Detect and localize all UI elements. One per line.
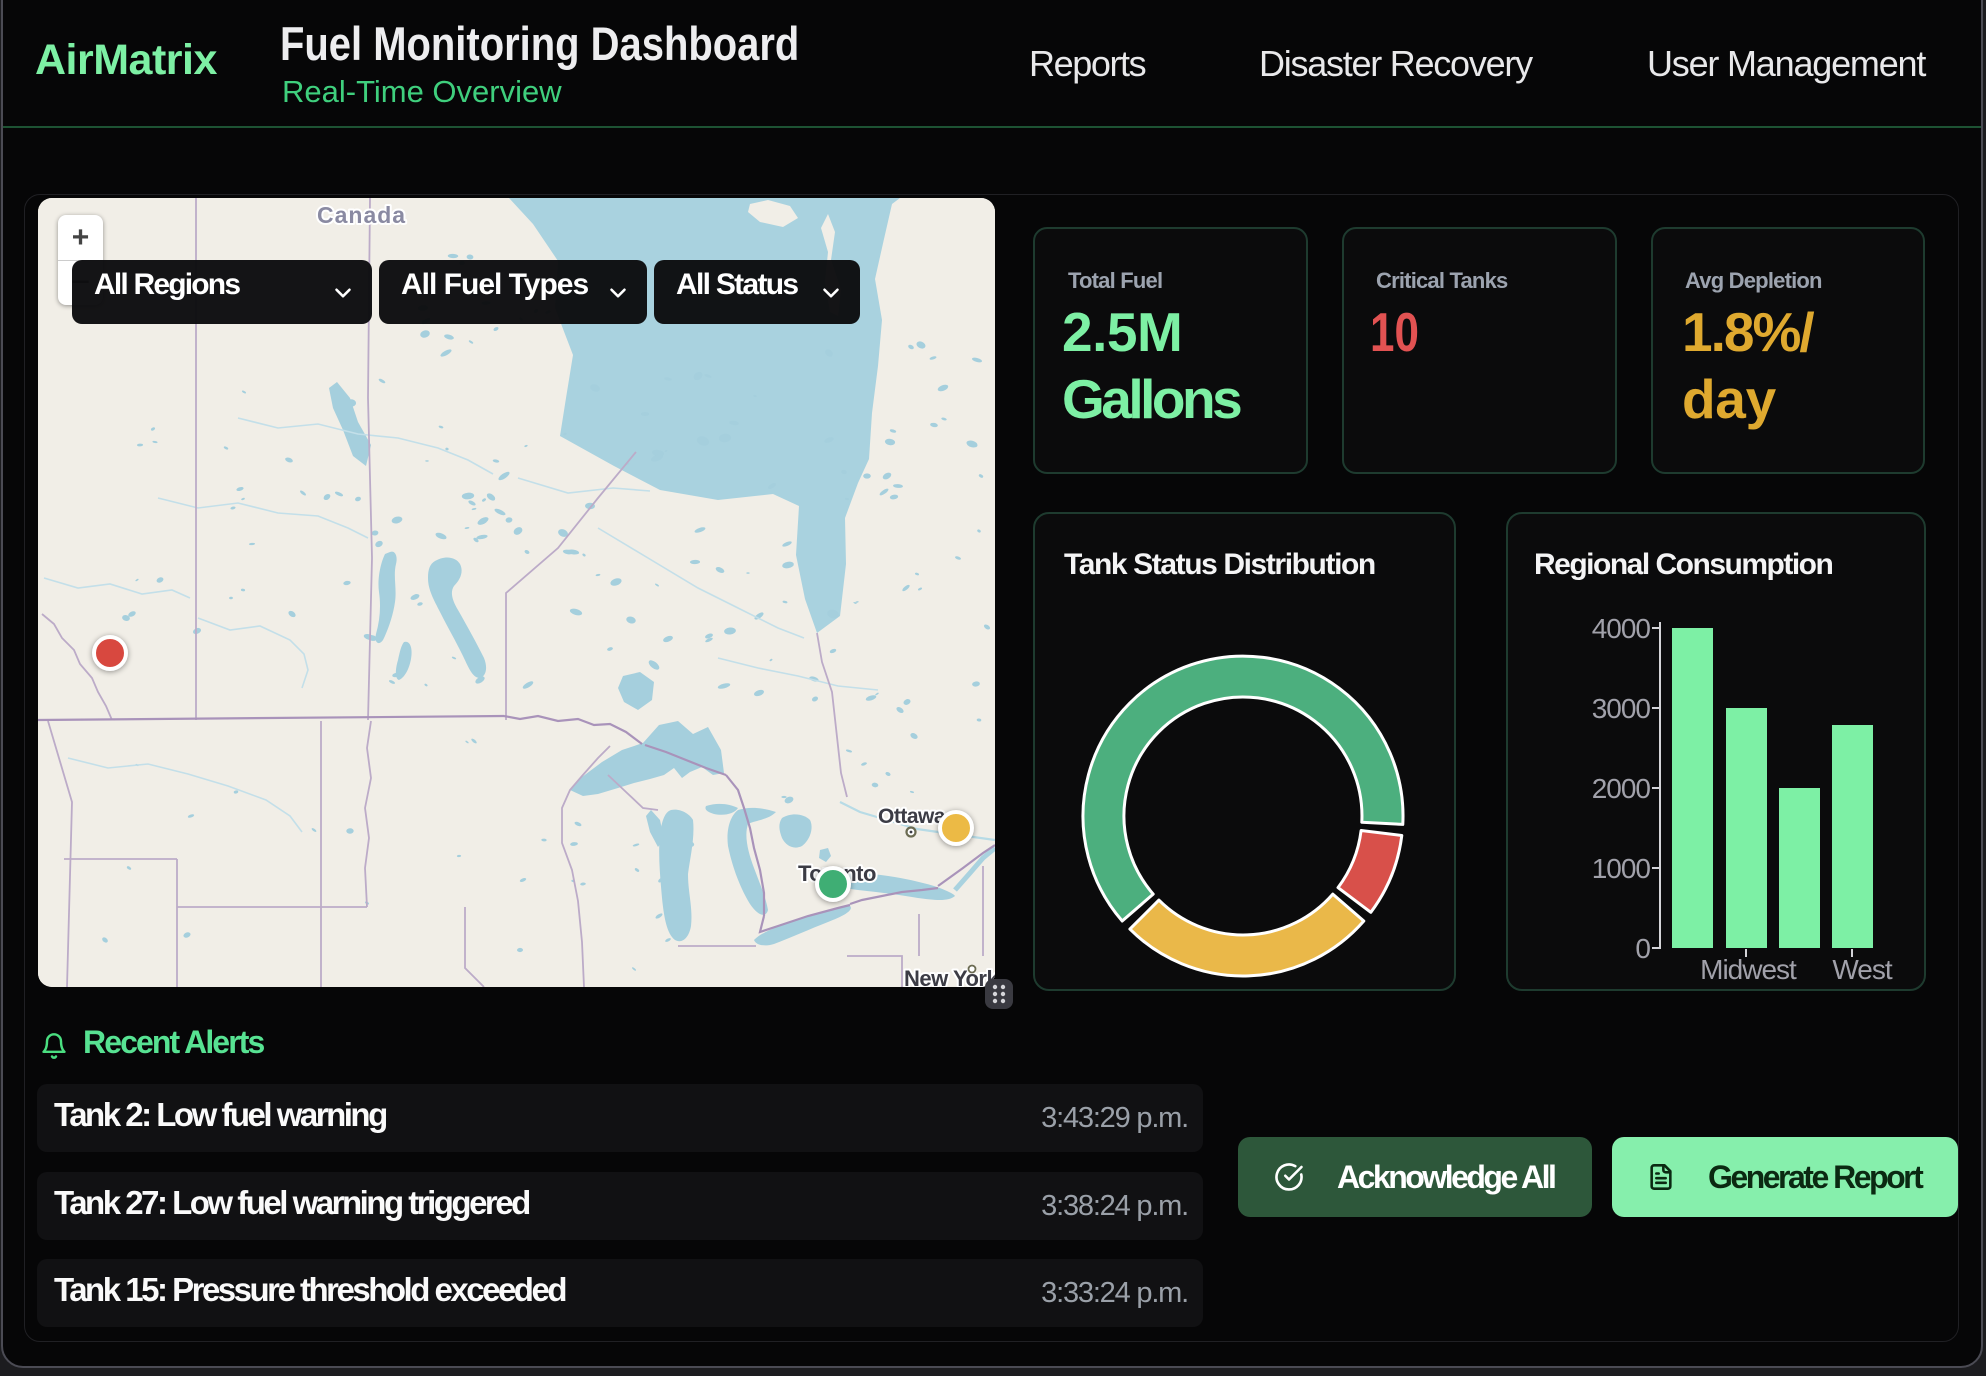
svg-text:1000: 1000 xyxy=(1592,853,1651,884)
svg-text:4000: 4000 xyxy=(1592,613,1651,644)
svg-text:West: West xyxy=(1832,954,1892,985)
svg-text:0: 0 xyxy=(1635,933,1650,964)
svg-text:Ottawa: Ottawa xyxy=(878,805,946,828)
svg-text:Midwest: Midwest xyxy=(1700,954,1797,985)
svg-text:Canada: Canada xyxy=(317,202,406,228)
svg-text:2000: 2000 xyxy=(1592,773,1651,804)
svg-text:New York: New York xyxy=(904,966,995,987)
svg-text:3000: 3000 xyxy=(1592,693,1651,724)
